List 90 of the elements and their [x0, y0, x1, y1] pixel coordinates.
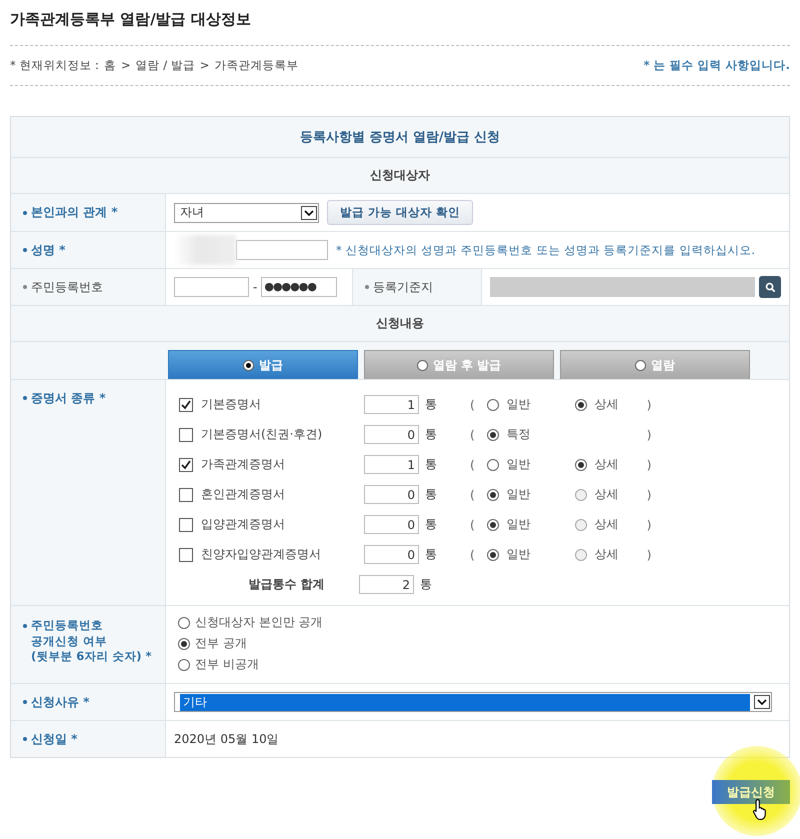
unit-label: 통	[425, 486, 438, 503]
parenthesis: )	[646, 428, 652, 442]
section-header: 신청대상자	[11, 158, 789, 194]
field-label: 주민등록번호 공개신청 여부 (뒷부분 6자리 숫자) *	[31, 618, 152, 665]
required-note: * 는 필수 입력 사항입니다.	[644, 58, 790, 73]
radio-option[interactable]: 일반	[486, 396, 575, 413]
field-label: 신청사유 *	[31, 694, 90, 710]
bullet-icon	[23, 285, 27, 289]
total-count-input[interactable]: 2	[359, 575, 414, 594]
field-label: 성명 *	[31, 242, 66, 258]
count-input[interactable]: 0	[364, 485, 419, 504]
form-title: 등록사항별 증명서 열람/발급 신청	[11, 117, 789, 158]
checkbox[interactable]	[179, 428, 193, 442]
reason-select[interactable]: 기타	[174, 692, 772, 712]
count-input[interactable]: 0	[364, 425, 419, 444]
count-input[interactable]: 0	[364, 515, 419, 534]
certificate-name: 입양관계증명서	[201, 516, 285, 533]
certificate-name: 기본증명서	[201, 396, 261, 413]
parenthesis: (	[470, 518, 475, 532]
radio-option[interactable]: 전부 공개	[178, 635, 247, 652]
bullet-icon	[23, 396, 27, 400]
field-label: 주민등록번호	[31, 278, 103, 296]
radio-option[interactable]: 신청대상자 본인만 공개	[178, 614, 323, 631]
unit-label: 통	[425, 396, 438, 413]
unit-label: 통	[425, 546, 438, 563]
bullet-icon	[23, 737, 27, 741]
field-label: 신청일 *	[31, 730, 78, 748]
relation-select[interactable]: 자녀	[174, 202, 319, 222]
registry-base-input[interactable]	[490, 277, 755, 297]
count-input[interactable]: 0	[364, 545, 419, 564]
bullet-icon	[23, 700, 27, 704]
field-label: 본인과의 관계 *	[31, 204, 118, 221]
checkbox[interactable]	[179, 458, 193, 472]
count-input[interactable]: 1	[364, 455, 419, 474]
parenthesis: )	[646, 488, 652, 502]
total-label: 발급통수 합계	[247, 576, 326, 593]
unit-label: 통	[425, 456, 438, 473]
dropdown-icon	[301, 206, 317, 220]
checkbox[interactable]	[179, 488, 193, 502]
dropdown-icon	[754, 695, 770, 709]
parenthesis: (	[470, 458, 475, 472]
bullet-icon	[365, 285, 369, 289]
tab[interactable]: 발급	[168, 350, 358, 379]
unit-label: 통	[420, 576, 433, 593]
page-title: 가족관계등록부 열람/발급 대상정보	[10, 10, 790, 46]
checkbox[interactable]	[179, 518, 193, 532]
breadcrumb-link[interactable]: 가족관계등록부	[214, 58, 298, 73]
breadcrumb-separator: >	[120, 58, 131, 73]
certificate-name: 가족관계증명서	[201, 456, 285, 473]
radio-option[interactable]: 일반	[486, 516, 575, 533]
name-hint: * 신청대상자의 성명과 주민등록번호 또는 성명과 등록기준지를 입력하십시오.	[336, 242, 755, 258]
checkbox[interactable]	[179, 548, 193, 562]
bullet-icon	[23, 624, 27, 628]
check-targets-button[interactable]: 발급 가능 대상자 확인	[327, 200, 474, 225]
bullet-icon	[23, 248, 27, 252]
certificate-name: 친양자입양관계증명서	[201, 546, 321, 563]
search-button[interactable]	[759, 276, 781, 298]
field-label: 등록기준지	[373, 278, 433, 296]
resident-number-input[interactable]	[174, 277, 249, 297]
radio-option[interactable]: 특정	[486, 426, 575, 443]
radio-option[interactable]: 일반	[486, 456, 575, 473]
parenthesis: (	[470, 488, 475, 502]
name-input[interactable]	[236, 240, 328, 260]
date-text: 2020년 05월 10일	[174, 730, 279, 748]
parenthesis: )	[646, 548, 652, 562]
checkbox[interactable]	[179, 398, 193, 412]
breadcrumb-link[interactable]: 열람 / 발급	[136, 58, 195, 73]
masked-number-input[interactable]: ●●●●●●	[261, 277, 338, 297]
parenthesis: (	[470, 428, 475, 442]
parenthesis: )	[646, 458, 652, 472]
radio-option[interactable]: 일반	[486, 486, 575, 503]
field-label: 증명서 종류 *	[31, 390, 106, 407]
parenthesis: )	[646, 518, 652, 532]
parenthesis: )	[646, 398, 652, 412]
certificate-name: 기본증명서(친권·후견)	[201, 426, 322, 443]
count-input[interactable]: 1	[364, 395, 419, 414]
search-icon	[764, 282, 776, 292]
bullet-icon	[23, 210, 27, 214]
parenthesis: (	[470, 398, 475, 412]
breadcrumb-label: * 현재위치정보 :	[10, 58, 99, 73]
unit-label: 통	[425, 516, 438, 533]
breadcrumb-separator: >	[200, 58, 210, 73]
certificate-name: 혼인관계증명서	[201, 486, 285, 503]
breadcrumb-link[interactable]: 홈	[104, 58, 116, 73]
parenthesis: (	[470, 548, 475, 562]
section-header: 신청내용	[11, 306, 789, 342]
unit-label: 통	[425, 426, 438, 443]
radio-option[interactable]: 일반	[486, 546, 575, 563]
dash: -	[253, 280, 258, 294]
radio-option[interactable]: 전부 비공개	[178, 656, 259, 673]
